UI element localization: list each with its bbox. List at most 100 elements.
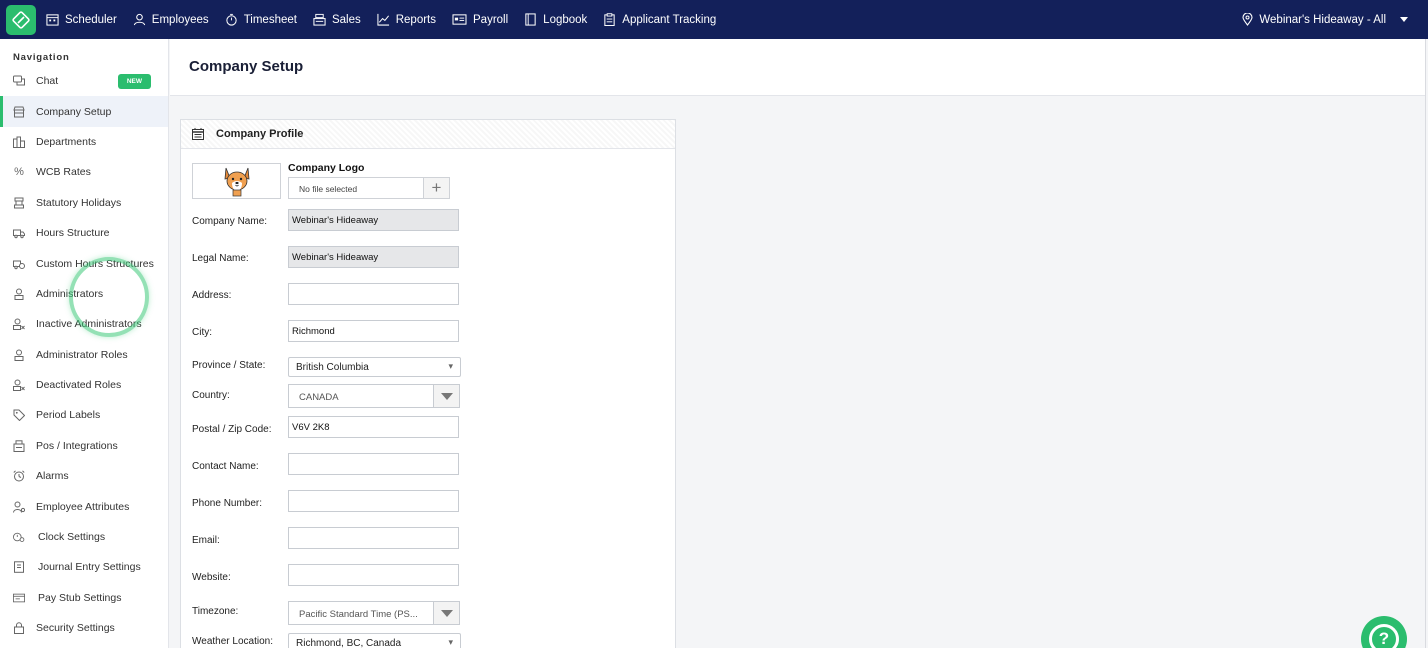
sidebar-item-pos-integrations[interactable]: Pos / Integrations [0,431,168,461]
nav-reports[interactable]: Reports [377,13,436,26]
user-settings-icon [13,501,25,513]
plug-icon [13,440,25,452]
company-logo-image [192,163,281,199]
logo-file-input[interactable]: No file selected [288,177,424,199]
top-nav-bar: Scheduler Employees Timesheet Sales Repo… [0,0,1428,39]
chevron-down-icon[interactable] [433,602,459,624]
sidebar-item-statutory-holidays[interactable]: Statutory Holidays [0,188,168,218]
panel-header: Company Profile [181,120,675,149]
line-chart-icon [377,13,389,26]
legal-name-field[interactable]: Webinar's Hideaway [288,246,459,268]
sidebar-item-label: Chat [36,75,59,88]
corgi-logo-icon [224,167,249,197]
postal-field[interactable]: V6V 2K8 [288,416,459,438]
truck-clock-icon [13,258,25,270]
panel-title: Company Profile [216,128,304,140]
book-icon [525,13,536,26]
sidebar-item-hours-structure[interactable]: Hours Structure [0,218,168,248]
sidebar-item-label: Period Labels [36,409,101,422]
map-pin-icon [1242,13,1253,26]
store-icon [13,106,25,118]
email-label: Email: [192,535,220,546]
sidebar-item-inactive-administrators[interactable]: Inactive Administrators [0,309,168,339]
website-label: Website: [192,572,231,583]
sidebar-item-label: Alarms [36,470,69,483]
province-select[interactable]: British Columbia [288,357,461,377]
sidebar-item-period-labels[interactable]: Period Labels [0,400,168,430]
location-selector[interactable]: Webinar's Hideaway - All [1242,0,1408,39]
sidebar-item-employee-attributes[interactable]: Employee Attributes [0,491,168,521]
sidebar-item-administrator-roles[interactable]: Administrator Roles [0,340,168,370]
address-field[interactable] [288,283,459,305]
phone-field[interactable] [288,490,459,512]
sidebar-item-label: WCB Rates [36,166,91,179]
nav-applicant-tracking-label: Applicant Tracking [622,13,717,26]
nav-sales[interactable]: Sales [313,13,361,26]
sidebar-item-label: Deactivated Roles [36,379,122,392]
timezone-value: Pacific Standard Time (PS... [299,609,418,620]
sidebar-heading: Navigation [13,52,70,63]
nav-applicant-tracking[interactable]: Applicant Tracking [603,13,716,26]
journal-icon [13,561,25,574]
sidebar-item-custom-hours-structures[interactable]: Custom Hours Structures [0,248,168,278]
sidebar-item-wcb-rates[interactable]: % WCB Rates [0,157,168,187]
sidebar-item-company-setup[interactable]: Company Setup [0,96,168,128]
contact-name-field[interactable] [288,453,459,475]
clipboard-icon [604,13,615,26]
location-label: Webinar's Hideaway - All [1259,13,1386,26]
sidebar-item-label: Custom Hours Structures [36,257,154,270]
company-name-field[interactable]: Webinar's Hideaway [288,209,459,231]
weather-location-label: Weather Location: [192,636,273,647]
flag-icon [13,197,25,209]
sidebar-item-label: Departments [36,135,97,148]
pay-stub-icon [13,592,25,604]
sidebar-item-clock-settings[interactable]: Clock Settings [0,522,168,552]
divider [1425,39,1426,648]
nav-scheduler[interactable]: Scheduler [46,13,117,26]
stopwatch-icon [226,13,237,26]
chevron-down-icon[interactable] [433,385,459,407]
list-icon [192,128,204,140]
timezone-select[interactable]: Pacific Standard Time (PS... [288,601,460,625]
sidebar-item-label: Hours Structure [36,227,110,240]
nav-payroll[interactable]: Payroll [452,13,508,26]
phone-label: Phone Number: [192,498,263,509]
sidebar-item-administrators[interactable]: Administrators [0,279,168,309]
email-field[interactable] [288,527,459,549]
lock-icon [13,622,25,635]
sidebar-item-alarms[interactable]: Alarms [0,461,168,491]
weather-location-select[interactable]: Richmond, BC, Canada [288,633,461,648]
sidebar-item-journal-entry-settings[interactable]: Journal Entry Settings [0,552,168,582]
clock-settings-icon [13,531,25,543]
country-select[interactable]: CANADA [288,384,460,408]
nav-timesheet[interactable]: Timesheet [225,13,297,26]
question-icon: ? [1369,624,1399,648]
admin-icon [13,288,25,300]
sidebar-item-label: Pay Stub Settings [38,591,122,604]
nav-sales-label: Sales [331,13,361,26]
sidebar-item-security-settings[interactable]: Security Settings [0,613,168,643]
postal-label: Postal / Zip Code: [192,424,272,435]
admin-x-icon [13,318,25,331]
chat-icon [13,75,25,87]
sidebar-item-label: Clock Settings [38,531,106,544]
city-field[interactable]: Richmond [288,320,459,342]
add-logo-button[interactable]: + [423,177,450,199]
nav-logbook[interactable]: Logbook [524,13,587,26]
page-header: Company Setup [170,39,1426,96]
sidebar-item-chat[interactable]: Chat NEW [0,66,168,96]
country-value: CANADA [299,392,339,403]
sidebar-item-departments[interactable]: Departments [0,127,168,157]
payroll-icon [452,14,467,25]
sidebar-item-deactivated-roles[interactable]: Deactivated Roles [0,370,168,400]
nav-employees[interactable]: Employees [133,13,209,26]
help-button[interactable]: ? [1361,616,1407,648]
website-field[interactable] [288,564,459,586]
percent-icon: % [14,166,24,179]
sidebar: Navigation Chat NEW Company Setup Depart… [0,39,169,648]
timezone-label: Timezone: [192,606,239,617]
calendar-icon [46,14,59,26]
app-logo-icon[interactable] [6,4,36,35]
chevron-down-icon [1400,17,1408,22]
sidebar-item-pay-stub-settings[interactable]: Pay Stub Settings [0,583,168,613]
